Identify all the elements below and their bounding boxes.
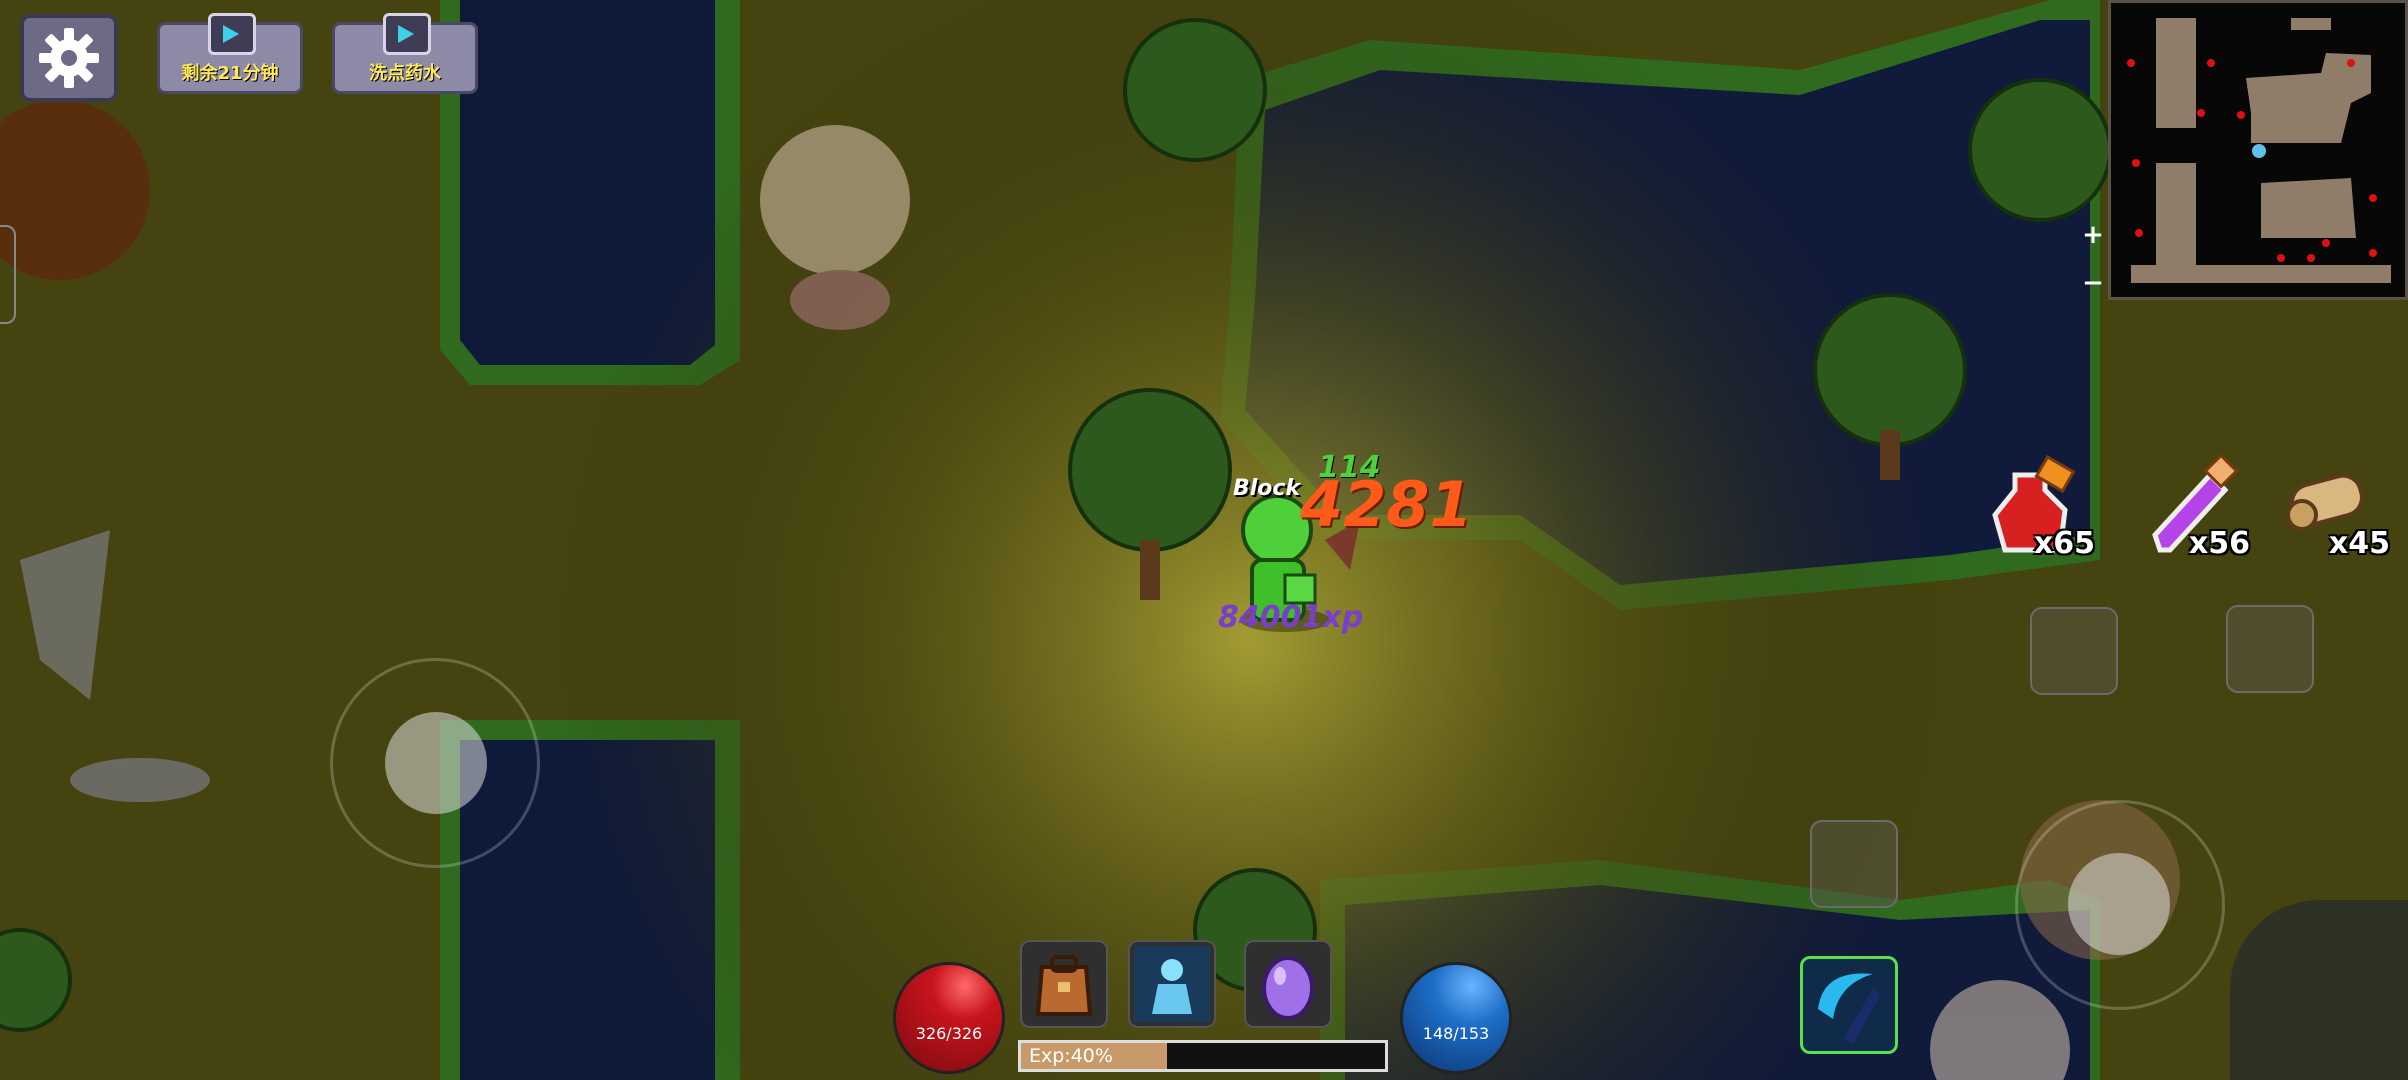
gear-icon bbox=[39, 28, 99, 88]
minimap-zoom-out[interactable]: − bbox=[2080, 270, 2106, 296]
tv-icon bbox=[208, 13, 256, 55]
exp-bar: Exp:40% bbox=[1018, 1040, 1388, 1072]
pet-egg-button[interactable] bbox=[1244, 940, 1332, 1028]
aim-joystick-knob[interactable] bbox=[2068, 853, 2170, 955]
scroll-slot[interactable]: x45 bbox=[2280, 455, 2390, 565]
quick-slot-1[interactable] bbox=[2030, 607, 2118, 695]
minimap-view bbox=[2127, 18, 2391, 283]
side-panel-tab[interactable] bbox=[0, 225, 16, 324]
egg-icon bbox=[1262, 956, 1314, 1020]
mp-orb: 148/153 bbox=[1400, 962, 1512, 1074]
mp-text: 148/153 bbox=[1422, 1024, 1490, 1043]
bag-icon bbox=[1035, 955, 1093, 1016]
ad-timer-label: 剩余21分钟 bbox=[181, 63, 279, 84]
minimap[interactable] bbox=[2108, 0, 2408, 300]
exp-gain-text: 84001xp bbox=[1218, 600, 1364, 635]
spirit-skill-icon bbox=[1134, 946, 1210, 1022]
settings-button[interactable] bbox=[20, 14, 118, 102]
health-potion-slot[interactable]: x65 bbox=[1985, 454, 2095, 565]
hp-text: 326/326 bbox=[915, 1024, 983, 1043]
ad-timer-button[interactable]: 剩余21分钟 bbox=[157, 13, 303, 94]
mana-vial-slot[interactable]: x56 bbox=[2140, 453, 2250, 565]
inventory-bag-button[interactable] bbox=[1020, 940, 1108, 1028]
minimap-zoom-in[interactable]: + bbox=[2080, 222, 2106, 248]
hp-orb: 326/326 bbox=[893, 962, 1005, 1074]
exp-text: Exp:40% bbox=[1029, 1045, 1113, 1067]
mana-vial-count: x56 bbox=[2188, 526, 2250, 561]
quick-slot-2[interactable] bbox=[2226, 605, 2314, 693]
respec-potion-label: 洗点药水 bbox=[369, 63, 441, 84]
scythe-skill-button[interactable] bbox=[1800, 956, 1898, 1054]
health-potion-count: x65 bbox=[2033, 526, 2095, 561]
dark-beast-portrait bbox=[2230, 900, 2408, 1080]
movement-joystick-knob[interactable] bbox=[385, 712, 487, 814]
block-text: Block bbox=[1233, 476, 1301, 501]
quick-slot-3[interactable] bbox=[1810, 820, 1898, 908]
scythe-skill-icon bbox=[1818, 973, 1881, 1044]
respec-potion-button[interactable]: 洗点药水 bbox=[332, 13, 478, 94]
spirit-skill-button[interactable] bbox=[1128, 940, 1216, 1028]
scroll-count: x45 bbox=[2328, 526, 2390, 561]
tv-icon bbox=[383, 13, 431, 55]
damage-number: 4281 bbox=[1300, 468, 1473, 541]
